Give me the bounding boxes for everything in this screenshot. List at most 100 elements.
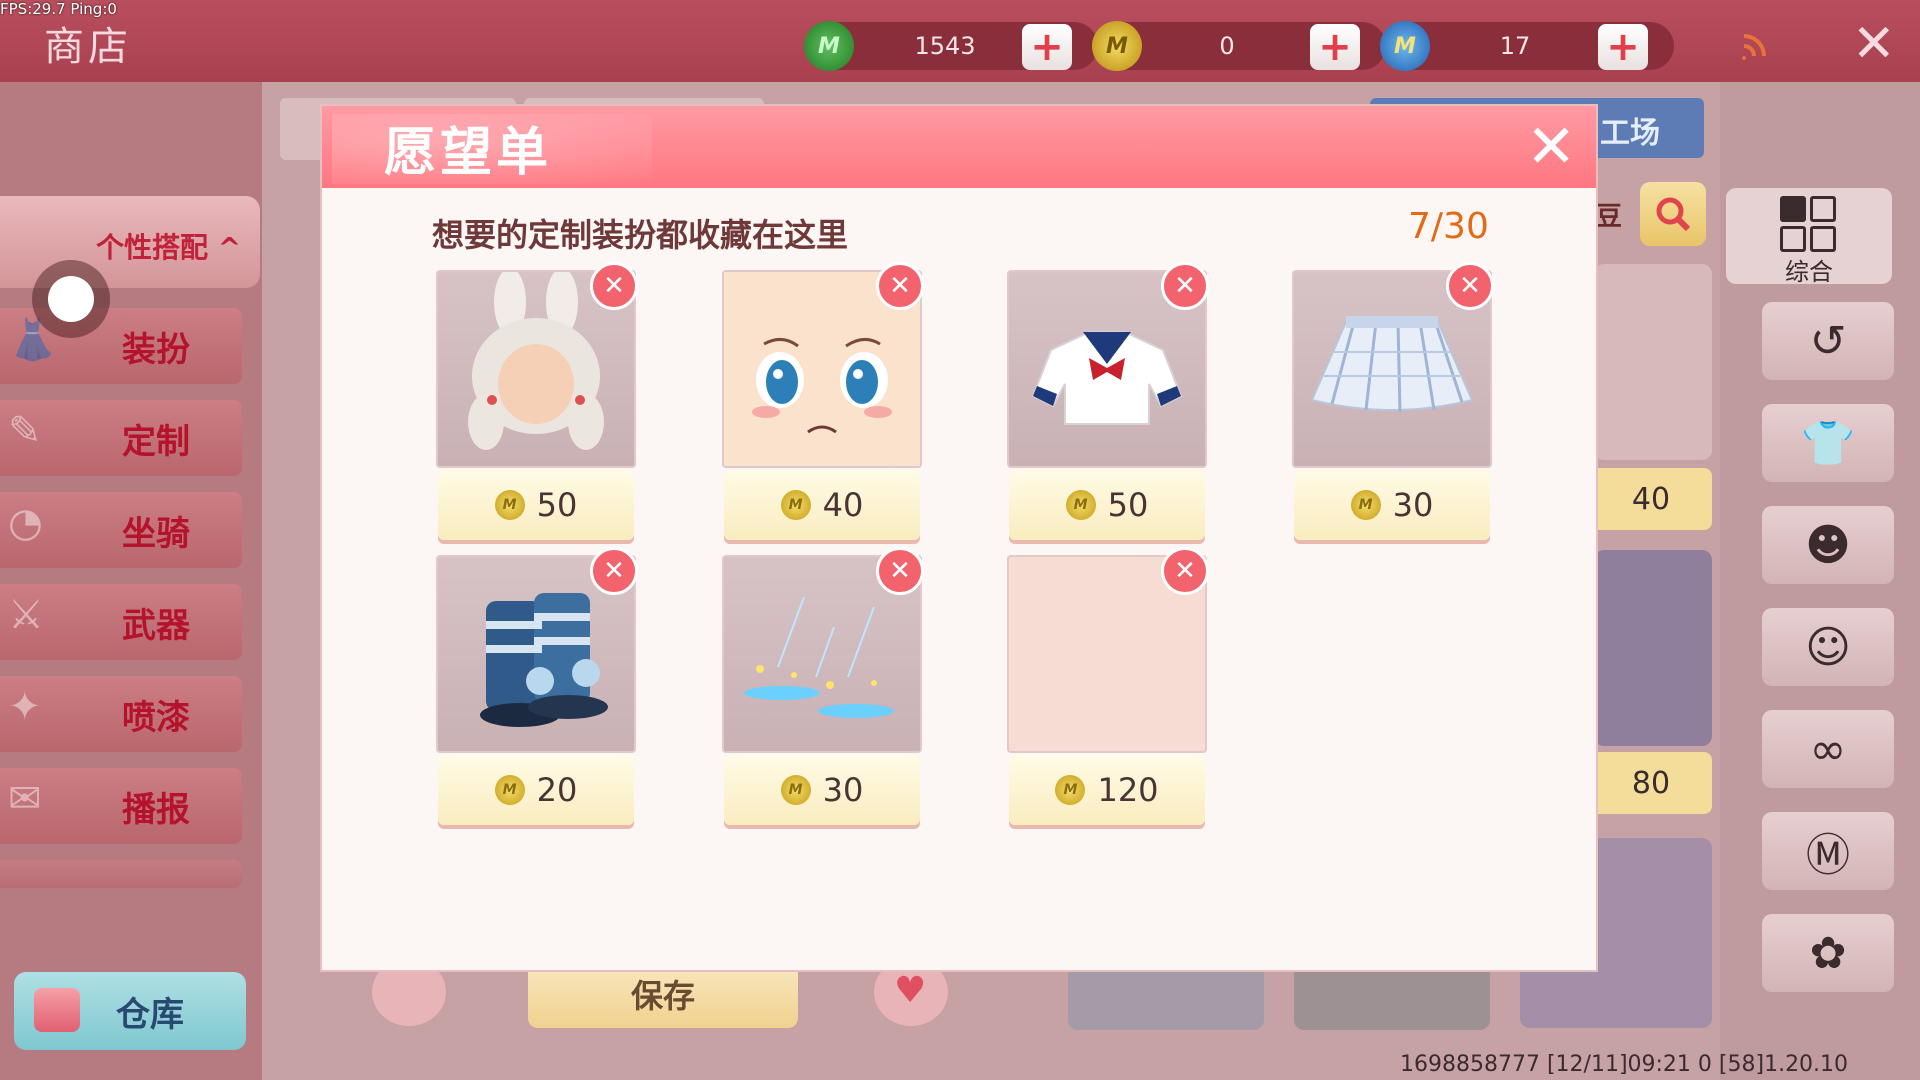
- grid-icon: [1780, 196, 1836, 252]
- price-tag[interactable]: M 50: [1009, 470, 1205, 540]
- custom-icon: ✎: [8, 408, 42, 454]
- sidebar-item-partial: [0, 860, 242, 888]
- sidebar-item-label: 坐骑: [122, 513, 190, 554]
- tshirt-icon: Ⓜ: [1806, 830, 1850, 881]
- clothing-category-button[interactable]: 👕: [1762, 404, 1894, 482]
- remove-item-button[interactable]: ✕: [876, 547, 924, 595]
- sidebar-item-custom[interactable]: ✎ 定制: [0, 400, 242, 476]
- search-button[interactable]: [1640, 182, 1706, 246]
- touch-indicator: [48, 276, 94, 322]
- price-tag[interactable]: M 50: [438, 470, 634, 540]
- sidebar-item-label: 喷漆: [122, 697, 190, 738]
- history-icon: ↺: [1809, 315, 1847, 367]
- sidebar-item-label: 定制: [122, 421, 190, 462]
- price-tag[interactable]: M 20: [438, 755, 634, 825]
- gold-coin-icon: M: [1092, 21, 1142, 71]
- sidebar-item-outfit[interactable]: 👗 装扮: [0, 308, 242, 384]
- face-category-button[interactable]: ☺: [1762, 608, 1894, 686]
- tshirt-category-button[interactable]: Ⓜ: [1762, 812, 1894, 890]
- gold-coin-icon: M: [494, 490, 525, 520]
- shirt-icon: 👕: [1800, 418, 1856, 469]
- background-price: 80: [1590, 752, 1712, 814]
- background-price: 40: [1590, 468, 1712, 530]
- warehouse-button[interactable]: 仓库: [14, 972, 246, 1050]
- face-icon: ☺: [1805, 621, 1851, 673]
- currency-blue: M 17 +: [1380, 21, 1674, 71]
- gold-coin-icon: M: [1055, 775, 1086, 805]
- add-green-currency-button[interactable]: +: [1022, 24, 1072, 70]
- sidebar-item-broadcast[interactable]: ✉ 播报: [0, 768, 242, 844]
- remove-item-button[interactable]: ✕: [1161, 547, 1209, 595]
- price-value: 40: [822, 486, 864, 524]
- gold-coin-icon: M: [780, 490, 811, 520]
- hair-icon: ☻: [1805, 519, 1851, 571]
- wishlist-subtitle: 想要的定制装扮都收藏在这里: [432, 216, 849, 254]
- status-bar-text: 1698858777 [12/11]09:21 0 [58]1.20.10: [1400, 1052, 1849, 1077]
- history-button[interactable]: ↺: [1762, 302, 1894, 380]
- save-button[interactable]: 保存: [528, 960, 798, 1028]
- category-all-label: 综合: [1785, 258, 1833, 286]
- spray-icon: ✦: [8, 684, 42, 730]
- price-value: 50: [1107, 486, 1149, 524]
- broadcast-icon: ✉: [8, 776, 42, 822]
- treasure-chest-icon: [34, 988, 80, 1032]
- currency-value: 1543: [914, 32, 976, 60]
- gold-coin-icon: M: [780, 775, 811, 805]
- blue-coin-icon: M: [1380, 21, 1430, 71]
- remove-item-button[interactable]: ✕: [876, 262, 924, 310]
- sidebar-item-label: 播报: [122, 789, 190, 830]
- currency-value: 17: [1499, 32, 1531, 60]
- sidebar-item-label: 武器: [122, 605, 190, 646]
- close-icon: ✕: [603, 556, 625, 586]
- currency-gold: M 0 +: [1092, 21, 1386, 71]
- price-tag[interactable]: M 30: [724, 755, 920, 825]
- gold-coin-icon: M: [494, 775, 525, 805]
- green-coin-icon: M: [804, 21, 854, 71]
- wishlist-title: 愿望单: [384, 123, 553, 183]
- remove-item-button[interactable]: ✕: [1446, 262, 1494, 310]
- search-hint-text: 豆: [1596, 202, 1623, 232]
- remove-item-button[interactable]: ✕: [1161, 262, 1209, 310]
- price-tag[interactable]: M 120: [1009, 755, 1205, 825]
- close-icon: ✕: [1459, 271, 1481, 301]
- currency-value: 0: [1219, 32, 1235, 60]
- wishlist-count: 7/30: [1408, 206, 1489, 247]
- close-icon: ✕: [603, 271, 625, 301]
- category-all[interactable]: 综合: [1726, 188, 1892, 286]
- chevron-up-icon: ^: [217, 231, 242, 264]
- search-icon: [1656, 197, 1691, 232]
- close-shop-icon[interactable]: ✕: [1852, 14, 1896, 74]
- currency-green: M 1543 +: [804, 21, 1098, 71]
- hair-category-button[interactable]: ☻: [1762, 506, 1894, 584]
- gold-coin-icon: M: [1350, 490, 1381, 520]
- mask-category-button[interactable]: ∞: [1762, 710, 1894, 788]
- warehouse-label: 仓库: [116, 994, 184, 1035]
- network-signal-icon: [1740, 26, 1774, 60]
- background-item-card[interactable]: [1594, 550, 1712, 746]
- close-icon: ✕: [889, 271, 911, 301]
- effect-icon: ✿: [1809, 927, 1847, 979]
- sidebar-item-label: 装扮: [122, 329, 190, 370]
- remove-item-button[interactable]: ✕: [590, 262, 638, 310]
- mask-icon: ∞: [1809, 723, 1847, 775]
- page-title: 商店: [44, 24, 132, 70]
- heart-icon: ♥: [894, 970, 927, 1011]
- price-value: 50: [536, 486, 578, 524]
- sidebar-item-spray[interactable]: ✦ 喷漆: [0, 676, 242, 752]
- price-value: 20: [536, 771, 578, 809]
- sidebar-item-mount[interactable]: ◔ 坐骑: [0, 492, 242, 568]
- add-blue-currency-button[interactable]: +: [1598, 24, 1648, 70]
- add-gold-currency-button[interactable]: +: [1310, 24, 1360, 70]
- sidebar-group-label: 个性搭配 ^: [96, 231, 242, 264]
- remove-item-button[interactable]: ✕: [590, 547, 638, 595]
- sidebar-item-weapon[interactable]: ⚔ 武器: [0, 584, 242, 660]
- effect-category-button[interactable]: ✿: [1762, 914, 1894, 992]
- outfit-icon: 👗: [8, 317, 58, 363]
- background-item-card[interactable]: [1594, 264, 1712, 460]
- close-icon: ✕: [889, 556, 911, 586]
- price-value: 30: [822, 771, 864, 809]
- close-icon[interactable]: ✕: [1526, 112, 1576, 182]
- price-tag[interactable]: M 40: [724, 470, 920, 540]
- tab-label: 工场: [1600, 116, 1660, 151]
- price-tag[interactable]: M 30: [1294, 470, 1490, 540]
